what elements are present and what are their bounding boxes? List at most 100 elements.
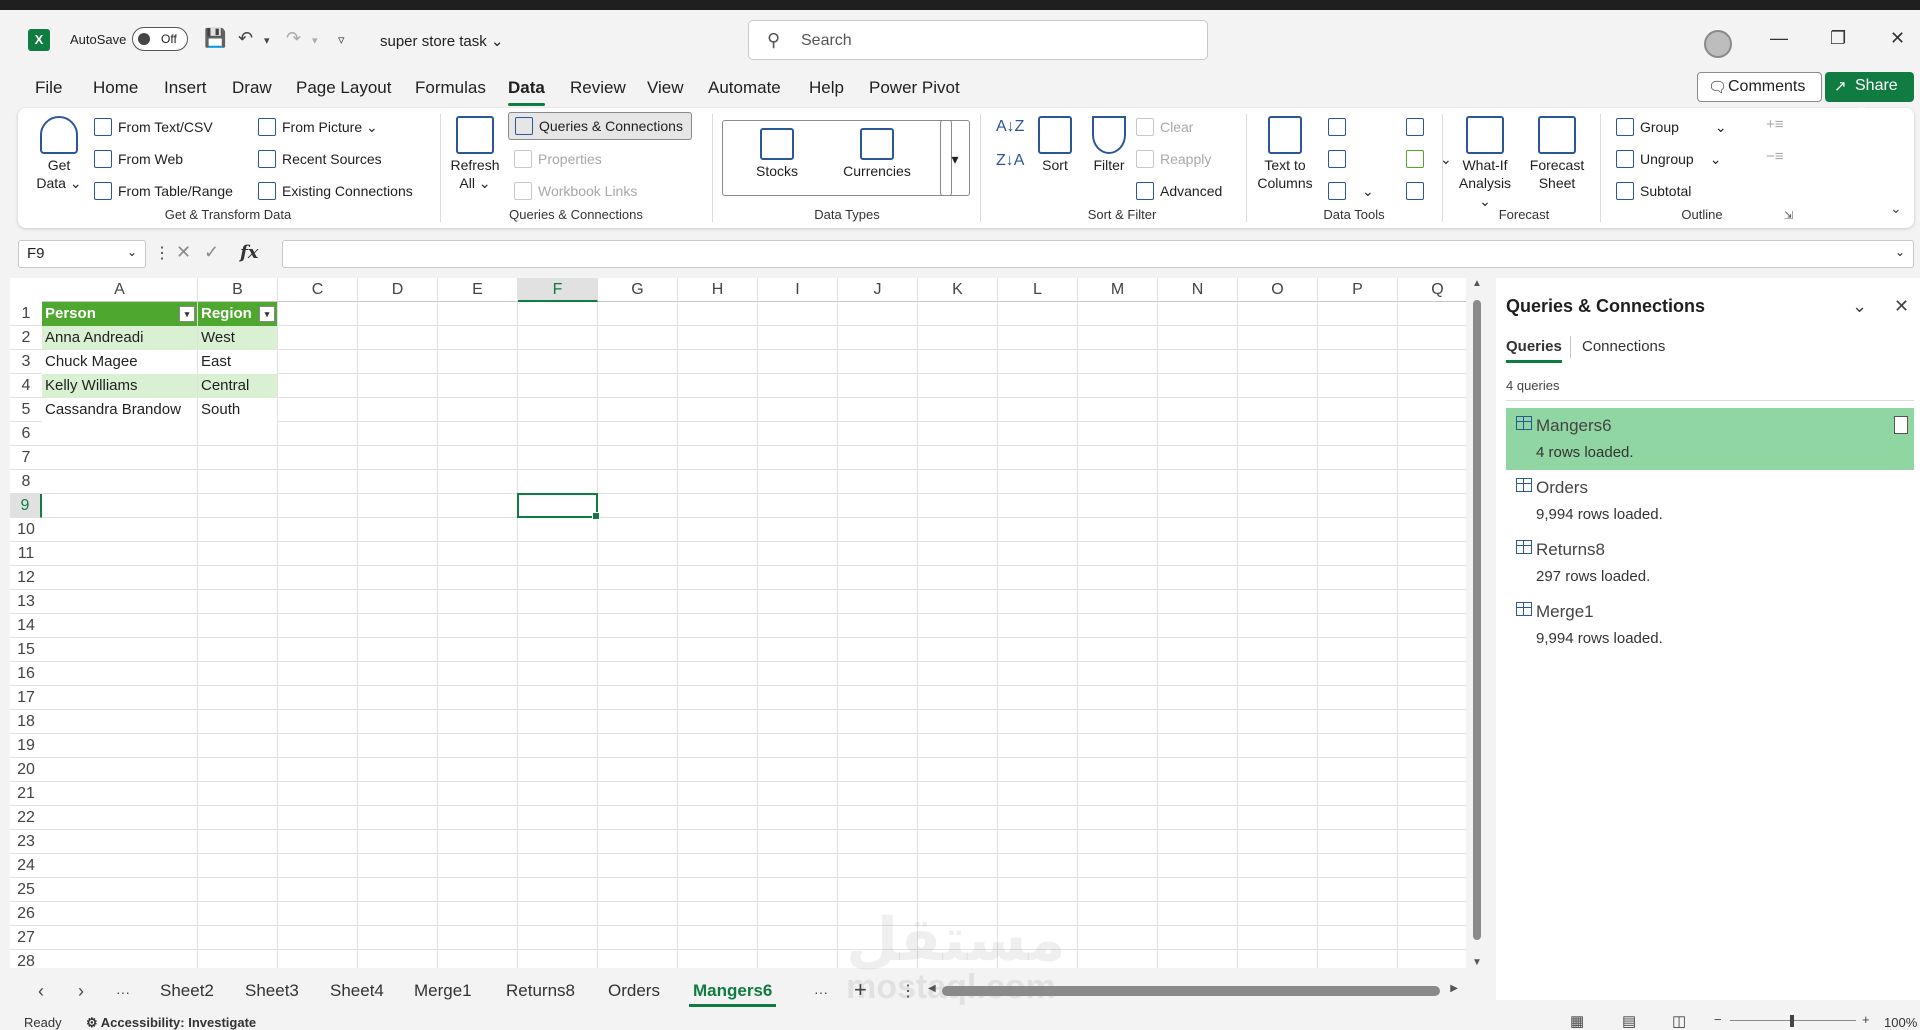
more-sheets-right[interactable]: ··· [814, 984, 828, 1000]
row-header-3[interactable]: 3 [10, 350, 42, 374]
from-picture-button[interactable]: From Picture ⌄ [258, 116, 378, 138]
sort-za-icon[interactable]: Z↓A [996, 152, 1024, 170]
pane-close-icon[interactable]: ✕ [1894, 296, 1909, 317]
subtotal-button[interactable]: Subtotal [1616, 180, 1691, 202]
column-header-c[interactable]: C [278, 278, 358, 302]
column-header-i[interactable]: I [758, 278, 838, 302]
row-header-13[interactable]: 13 [10, 590, 42, 614]
data-types-more-button[interactable]: ▾ [940, 120, 970, 196]
tab-page-layout[interactable]: Page Layout [296, 78, 391, 98]
column-header-f[interactable]: F [518, 278, 598, 302]
query-item[interactable]: Mangers6 4 rows loaded. [1506, 408, 1914, 470]
column-header-k[interactable]: K [918, 278, 998, 302]
refresh-all-button[interactable]: Refresh All ⌄ [448, 116, 502, 192]
zoom-out-icon[interactable]: − [1714, 1012, 1722, 1027]
document-title[interactable]: super store task ⌄ [380, 32, 503, 50]
sort-az-icon[interactable]: A↓Z [996, 118, 1024, 136]
row-header-2[interactable]: 2 [10, 326, 42, 350]
text-to-columns-button[interactable]: Text to Columns [1254, 116, 1316, 192]
vertical-scroll-thumb[interactable] [1473, 300, 1481, 940]
enter-icon[interactable]: ✓ [204, 242, 219, 263]
hide-detail-icon[interactable]: −≡ [1766, 148, 1784, 165]
row-header-19[interactable]: 19 [10, 734, 42, 758]
table-header-cell[interactable]: Region ▾ [198, 302, 277, 326]
restore-icon[interactable]: ❐ [1830, 28, 1846, 49]
group-button[interactable]: Group ⌄ [1616, 116, 1727, 138]
recent-sources-button[interactable]: Recent Sources [258, 148, 382, 170]
show-detail-icon[interactable]: +≡ [1766, 116, 1784, 133]
row-header-20[interactable]: 20 [10, 758, 42, 782]
sheet-tab-returns8[interactable]: Returns8 [506, 981, 575, 1001]
row-header-9[interactable]: 9 [10, 494, 42, 518]
row-header-25[interactable]: 25 [10, 878, 42, 902]
tab-home[interactable]: Home [93, 78, 138, 98]
row-header-23[interactable]: 23 [10, 830, 42, 854]
undo-icon[interactable]: ↶ [238, 28, 253, 49]
query-item[interactable]: Returns8 297 rows loaded. [1506, 532, 1914, 594]
sheet-tab-sheet3[interactable]: Sheet3 [245, 981, 299, 1001]
redo-icon[interactable]: ↷ [286, 28, 301, 49]
tab-data[interactable]: Data [508, 78, 545, 106]
page-layout-view-icon[interactable]: ▤ [1622, 1012, 1636, 1030]
tab-insert[interactable]: Insert [164, 78, 207, 98]
tab-draw[interactable]: Draw [232, 78, 272, 98]
formula-input[interactable]: ⌄ [282, 240, 1914, 268]
query-item[interactable]: Orders 9,994 rows loaded. [1506, 470, 1914, 532]
data-validation-icon[interactable]: ⌄ [1328, 180, 1374, 202]
forecast-sheet-button[interactable]: Forecast Sheet [1524, 116, 1590, 192]
table-cell[interactable]: East [198, 350, 277, 374]
minimize-icon[interactable]: — [1770, 28, 1788, 49]
filter-dropdown-icon[interactable]: ▾ [179, 306, 195, 322]
horizontal-scroll-thumb[interactable] [942, 986, 1440, 996]
row-header-24[interactable]: 24 [10, 854, 42, 878]
clear-button[interactable]: Clear [1136, 116, 1193, 138]
sort-button[interactable]: Sort [1034, 116, 1076, 174]
add-sheet-icon[interactable]: + [854, 977, 867, 1003]
name-box[interactable]: F9 ⌄ [18, 240, 146, 268]
sheet-tab-orders[interactable]: Orders [608, 981, 660, 1001]
manage-data-model-icon[interactable] [1406, 180, 1424, 202]
column-header-l[interactable]: L [998, 278, 1078, 302]
from-table-range-button[interactable]: From Table/Range [94, 180, 233, 202]
row-header-6[interactable]: 6 [10, 422, 42, 446]
normal-view-icon[interactable]: ▦ [1570, 1012, 1584, 1030]
flash-fill-icon[interactable] [1328, 116, 1346, 138]
tab-splitter-icon[interactable]: ⋮ [900, 981, 916, 1001]
table-cell[interactable]: Kelly Williams [42, 374, 197, 398]
column-header-p[interactable]: P [1318, 278, 1398, 302]
zoom-slider-thumb[interactable] [1790, 1015, 1794, 1027]
customize-toolbar-icon[interactable]: ▿ [338, 32, 345, 48]
column-header-g[interactable]: G [598, 278, 678, 302]
edit-query-icon[interactable] [1894, 416, 1908, 434]
row-header-22[interactable]: 22 [10, 806, 42, 830]
stocks-button[interactable]: Stocks [744, 128, 810, 180]
properties-button[interactable]: Properties [514, 148, 602, 170]
next-sheet-icon[interactable]: › [78, 981, 84, 1002]
column-header-h[interactable]: H [678, 278, 758, 302]
tab-formulas[interactable]: Formulas [415, 78, 486, 98]
queries-connections-button[interactable]: Queries & Connections [508, 112, 692, 140]
comments-button[interactable]: 🗨 Comments [1697, 72, 1822, 102]
column-header-a[interactable]: A [42, 278, 198, 302]
column-header-e[interactable]: E [438, 278, 518, 302]
tab-automate[interactable]: Automate [708, 78, 781, 98]
horizontal-scrollbar[interactable]: ◀ ▶ [928, 982, 1458, 998]
worksheet-grid[interactable]: ABCDEFGHIJKLMNOPQ 1 2 3 4 5 6 7 8 9 10 11 12 13 14 15 1… [10, 278, 1466, 968]
row-header-18[interactable]: 18 [10, 710, 42, 734]
row-header-21[interactable]: 21 [10, 782, 42, 806]
row-header-14[interactable]: 14 [10, 614, 42, 638]
column-header-n[interactable]: N [1158, 278, 1238, 302]
column-header-o[interactable]: O [1238, 278, 1318, 302]
tab-help[interactable]: Help [809, 78, 844, 98]
redo-dropdown-icon[interactable]: ▾ [312, 34, 318, 47]
column-header-b[interactable]: B [198, 278, 278, 302]
from-text-csv-button[interactable]: From Text/CSV [94, 116, 213, 138]
what-if-analysis-button[interactable]: What-If Analysis ⌄ [1452, 116, 1518, 210]
row-header-5[interactable]: 5 [10, 398, 42, 422]
more-options-icon[interactable]: ⋮ [154, 243, 170, 263]
get-data-button[interactable]: Get Data ⌄ [36, 116, 82, 192]
table-cell[interactable]: Anna Andreadi [42, 326, 197, 350]
close-icon[interactable]: ✕ [1890, 28, 1905, 49]
insert-function-button[interactable]: fx [240, 242, 258, 263]
autosave-toggle[interactable]: Off [132, 27, 188, 51]
